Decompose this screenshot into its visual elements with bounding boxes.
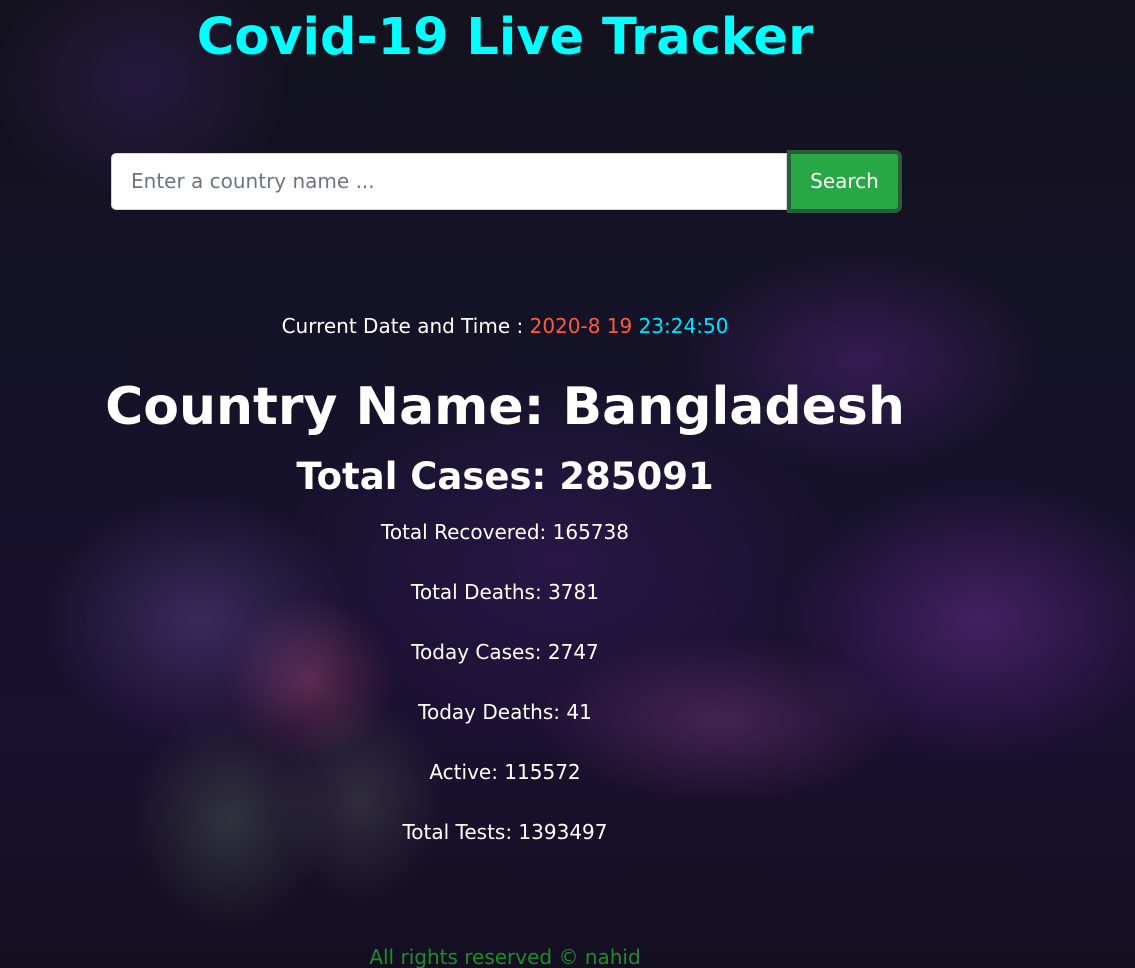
country-search-input[interactable]: [111, 152, 787, 210]
page-title: Covid-19 Live Tracker: [196, 8, 814, 67]
total-deaths: Total Deaths: 3781: [411, 580, 599, 604]
today-cases: Today Cases: 2747: [411, 640, 599, 664]
today-deaths: Today Deaths: 41: [418, 700, 592, 724]
total-tests: Total Tests: 1393497: [402, 820, 608, 844]
current-datetime: Current Date and Time : 2020-8 19 23:24:…: [0, 312, 1010, 340]
total-recovered: Total Recovered: 165738: [381, 520, 629, 544]
page-content: Covid-19 Live Tracker Search Current Dat…: [0, 0, 1135, 968]
search-button[interactable]: Search: [787, 149, 902, 213]
active-cases: Active: 115572: [429, 760, 581, 784]
datetime-date: 2020-8 19: [529, 314, 633, 338]
footer-copyright: All rights reserved © nahid: [369, 945, 641, 968]
total-cases: Total Cases: 285091: [296, 455, 714, 498]
search-form: Search: [111, 149, 902, 213]
datetime-time: 23:24:50: [638, 314, 729, 338]
datetime-label: Current Date and Time :: [281, 314, 524, 338]
country-name: Country Name: Bangladesh: [105, 377, 905, 437]
